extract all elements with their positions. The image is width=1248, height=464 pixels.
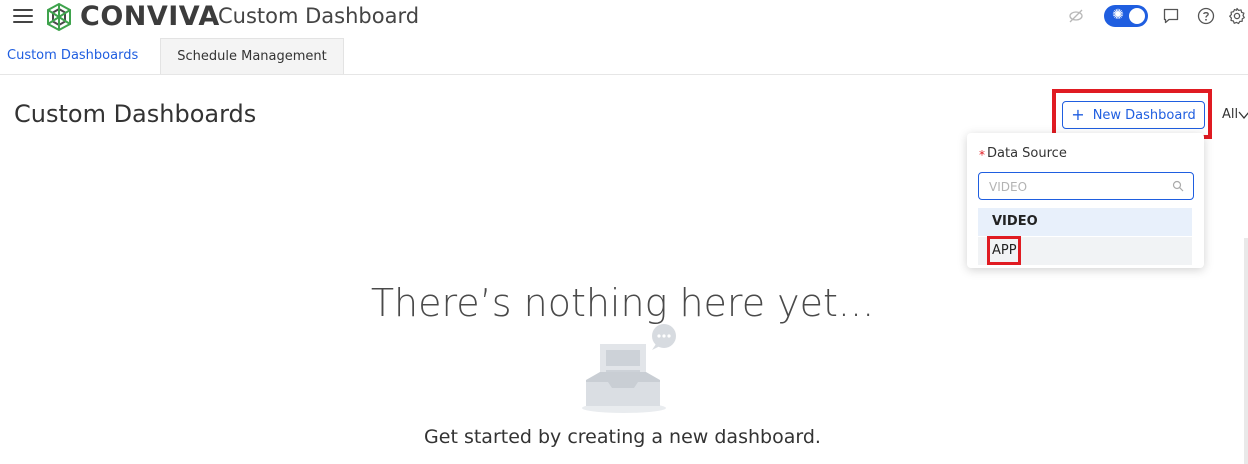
theme-toggle[interactable]: ✺ (1104, 5, 1148, 27)
top-bar: CONVIVA Custom Dashboard ✺ (0, 0, 1248, 34)
new-dashboard-button[interactable]: + New Dashboard (1062, 101, 1205, 129)
all-filter-dropdown[interactable]: All (1222, 107, 1248, 122)
chevron-down-icon (1238, 111, 1248, 119)
plus-icon: + (1071, 105, 1085, 124)
toggle-knob (1129, 8, 1145, 24)
all-filter-label: All (1222, 107, 1239, 122)
logo-text: CONVIVA (80, 1, 220, 32)
required-mark: * (979, 148, 985, 162)
settings-icon[interactable] (1228, 7, 1246, 25)
app-title: Custom Dashboard (218, 4, 420, 28)
search-icon (1172, 180, 1184, 192)
empty-state-subtitle: Get started by creating a new dashboard. (424, 426, 821, 448)
tab-custom-dashboards[interactable]: Custom Dashboards (0, 38, 160, 74)
help-icon[interactable] (1197, 7, 1215, 25)
page-title: Custom Dashboards (14, 100, 257, 128)
chat-icon[interactable] (1162, 7, 1180, 25)
tab-schedule-management[interactable]: Schedule Management (160, 38, 344, 74)
conviva-logo-icon (47, 2, 71, 32)
data-source-select[interactable] (978, 172, 1194, 200)
visibility-off-icon[interactable] (1067, 7, 1085, 25)
new-dashboard-label: New Dashboard (1092, 107, 1196, 123)
data-source-search-input[interactable] (987, 177, 1171, 197)
empty-state-title: There’s nothing here yet... (370, 281, 875, 325)
tab-bar: Custom Dashboards Schedule Management (0, 38, 1248, 75)
empty-inbox-illustration (582, 324, 676, 413)
sun-icon: ✺ (1112, 7, 1124, 23)
option-video[interactable]: VIDEO (978, 208, 1192, 236)
data-source-label: Data Source (987, 146, 1067, 161)
annotation-highlight-app-option (987, 236, 1021, 265)
menu-icon[interactable] (13, 6, 33, 24)
